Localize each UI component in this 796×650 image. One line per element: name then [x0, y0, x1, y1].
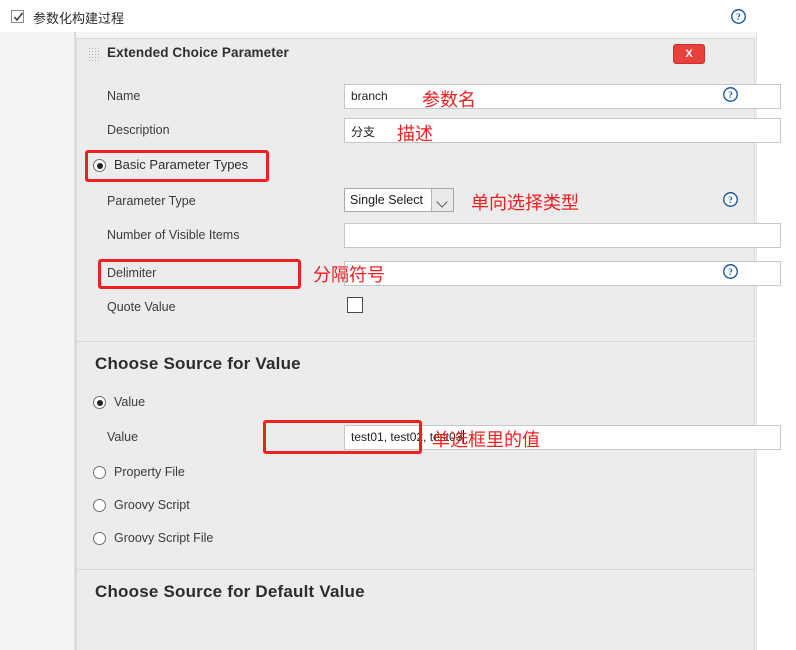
quote-value-label: Quote Value [107, 300, 176, 314]
source-property-file-radio[interactable] [93, 466, 106, 482]
quote-value-checkbox[interactable] [347, 297, 363, 313]
value-field-input[interactable]: test01, test02, test03 [344, 425, 781, 450]
radio-row-groovy-script[interactable]: Groovy Script [77, 491, 754, 524]
annotation-parameter-type: 单向选择类型 [471, 193, 579, 213]
svg-text:?: ? [728, 196, 733, 206]
row-number-of-visible-items: Number of Visible Items [77, 219, 781, 253]
extended-choice-parameter-panel: Extended Choice Parameter X Name branch … [76, 38, 781, 650]
description-label: Description [107, 123, 170, 137]
radio-row-property-file[interactable]: Property File [77, 458, 754, 491]
choose-source-for-value-header: Choose Source for Value [77, 342, 754, 388]
value-field-text: test01, test02, test03 [351, 430, 463, 444]
choose-source-for-value-heading: Choose Source for Value [95, 354, 301, 373]
svg-text:?: ? [736, 13, 741, 23]
delimiter-help-icon[interactable]: ? [723, 264, 738, 282]
source-property-file-label: Property File [114, 465, 185, 479]
name-label: Name [107, 89, 141, 103]
row-quote-value: Quote Value [77, 291, 754, 325]
choose-source-for-default-value-header: Choose Source for Default Value [77, 570, 754, 616]
source-groovy-script-file-radio[interactable] [93, 532, 106, 548]
close-button[interactable]: X [673, 44, 705, 64]
radio-row-groovy-script-file[interactable]: Groovy Script File [77, 524, 754, 557]
svg-text:?: ? [728, 268, 733, 278]
number-of-visible-items-label: Number of Visible Items [107, 228, 240, 242]
delimiter-label: Delimiter [107, 266, 157, 280]
svg-text:?: ? [728, 91, 733, 101]
parameterized-build-header: 参数化构建过程 ? [0, 0, 796, 33]
description-input[interactable]: 分支 [344, 118, 781, 143]
name-input[interactable]: branch [344, 84, 781, 109]
source-groovy-script-label: Groovy Script [114, 498, 190, 512]
name-help-icon[interactable]: ? [723, 87, 738, 105]
text-caret [463, 430, 465, 443]
parameter-type-select[interactable]: Single Select [344, 188, 454, 212]
choose-source-for-default-value-heading: Choose Source for Default Value [95, 582, 365, 601]
checkmark-icon [13, 12, 24, 22]
row-delimiter: Delimiter , ? 分隔符号 [77, 257, 781, 291]
panel-title: Extended Choice Parameter [107, 45, 289, 60]
help-circle-icon[interactable]: ? [731, 9, 746, 27]
delimiter-input[interactable]: , [344, 261, 781, 286]
basic-parameter-types-label: Basic Parameter Types [114, 157, 249, 172]
source-groovy-script-file-label: Groovy Script File [114, 531, 214, 545]
parameterized-build-label: 参数化构建过程 [33, 11, 125, 26]
value-field-label: Value [107, 430, 139, 444]
parameter-type-help-icon[interactable]: ? [723, 192, 738, 210]
parameterized-build-checkbox[interactable] [11, 10, 24, 23]
row-name: Name branch ? 参数名 [77, 80, 781, 114]
row-parameter-type: Parameter Type Single Select ? 单向选择类型 [77, 185, 754, 219]
parameter-type-value: Single Select [350, 193, 423, 207]
panel-header: Extended Choice Parameter X [77, 39, 754, 71]
source-value-label: Value [114, 395, 146, 409]
source-value-radio[interactable] [93, 396, 106, 412]
row-value-field: Value test01, test02, test03 单选框里的值 [77, 420, 781, 455]
chevron-down-icon [431, 189, 453, 211]
drag-grip-icon[interactable] [89, 48, 100, 61]
source-groovy-script-radio[interactable] [93, 499, 106, 515]
basic-parameter-types-radio[interactable] [93, 159, 106, 175]
radio-row-value[interactable]: Value [77, 388, 754, 421]
number-of-visible-items-input[interactable] [344, 223, 781, 248]
row-description: Description 分支 描述 [77, 114, 781, 148]
row-basic-parameter-types: Basic Parameter Types [77, 148, 754, 185]
parameter-type-label: Parameter Type [107, 194, 196, 208]
